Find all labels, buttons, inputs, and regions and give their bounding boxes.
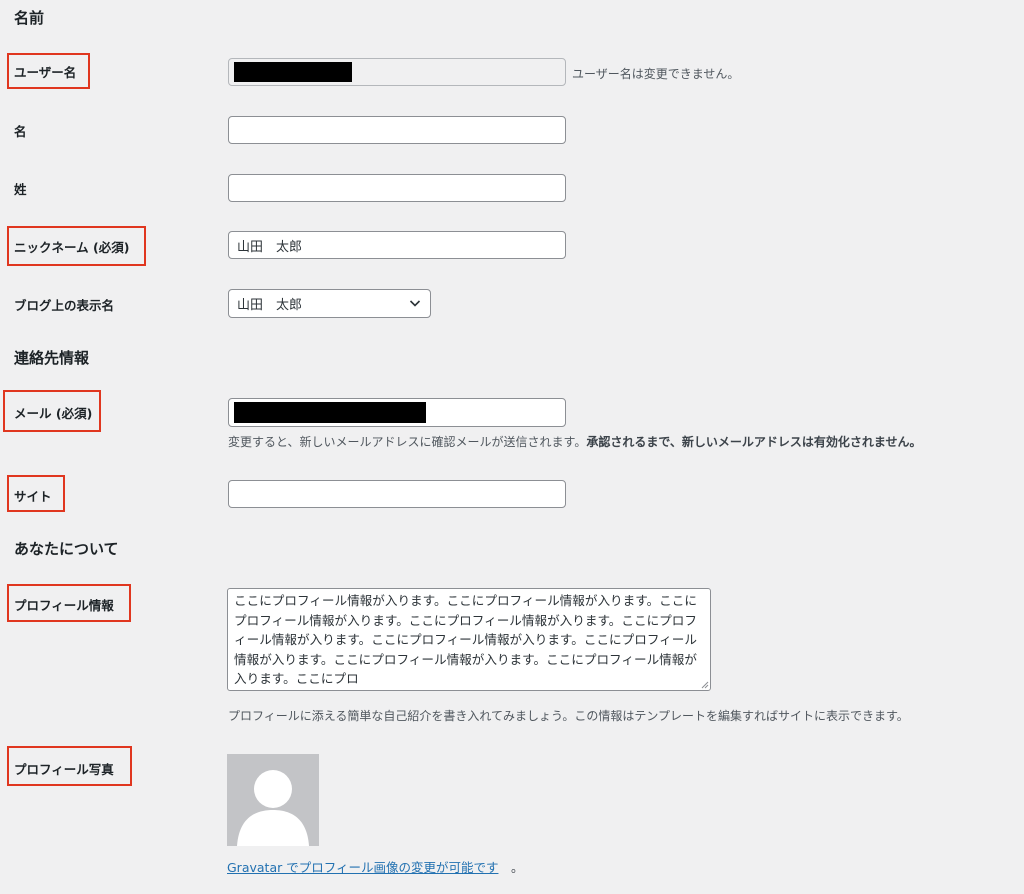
- default-avatar-icon: [227, 754, 319, 846]
- photo-label: プロフィール写真: [14, 762, 114, 777]
- gravatar-link-suffix: 。: [511, 860, 524, 875]
- section-title-contact: 連絡先情報: [14, 349, 90, 367]
- display-name-select[interactable]: 山田 太郎: [228, 289, 431, 318]
- nickname-label: ニックネーム (必須): [14, 240, 130, 255]
- chevron-down-icon: [409, 300, 421, 307]
- last-name-label: 姓: [14, 182, 27, 197]
- display-name-label: ブログ上の表示名: [14, 298, 115, 313]
- site-input[interactable]: [228, 480, 566, 508]
- resize-handle-icon[interactable]: [701, 681, 709, 689]
- section-title-name: 名前: [14, 9, 45, 27]
- bio-text: ここにプロフィール情報が入ります。ここにプロフィール情報が入ります。ここにプロフ…: [234, 593, 697, 686]
- username-input: [228, 58, 566, 86]
- email-label: メール (必須): [14, 406, 93, 421]
- bio-label: プロフィール情報: [14, 598, 114, 613]
- username-label: ユーザー名: [14, 65, 77, 80]
- nickname-input[interactable]: 山田 太郎: [228, 231, 566, 259]
- first-name-input[interactable]: [228, 116, 566, 144]
- username-note: ユーザー名は変更できません。: [572, 67, 740, 81]
- bio-textarea[interactable]: ここにプロフィール情報が入ります。ここにプロフィール情報が入ります。ここにプロフ…: [227, 588, 711, 691]
- site-label: サイト: [14, 489, 52, 504]
- email-note: 変更すると、新しいメールアドレスに確認メールが送信されます。承認されるまで、新し…: [228, 435, 922, 449]
- section-title-about: あなたについて: [14, 540, 119, 558]
- bio-note: プロフィールに添える簡単な自己紹介を書き入れてみましょう。この情報はテンプレート…: [228, 709, 909, 723]
- first-name-label: 名: [14, 124, 27, 139]
- email-input[interactable]: [228, 398, 566, 427]
- redacted-email: [234, 402, 426, 423]
- last-name-input[interactable]: [228, 174, 566, 202]
- redacted-username: [234, 62, 352, 82]
- gravatar-link[interactable]: Gravatar でプロフィール画像の変更が可能です: [227, 857, 498, 876]
- display-name-selected: 山田 太郎: [237, 298, 303, 313]
